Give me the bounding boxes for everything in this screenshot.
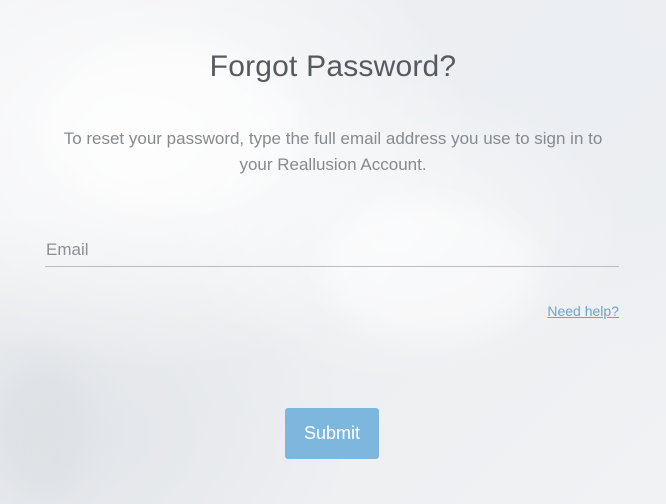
email-input[interactable] <box>45 236 621 264</box>
forgot-password-panel: Forgot Password? To reset your password,… <box>0 0 666 504</box>
submit-button[interactable]: Submit <box>285 408 379 459</box>
need-help-link[interactable]: Need help? <box>547 303 619 319</box>
instructions-text: To reset your password, type the full em… <box>63 129 603 174</box>
page-title: Forgot Password? <box>209 50 457 83</box>
email-field-container <box>45 236 621 267</box>
